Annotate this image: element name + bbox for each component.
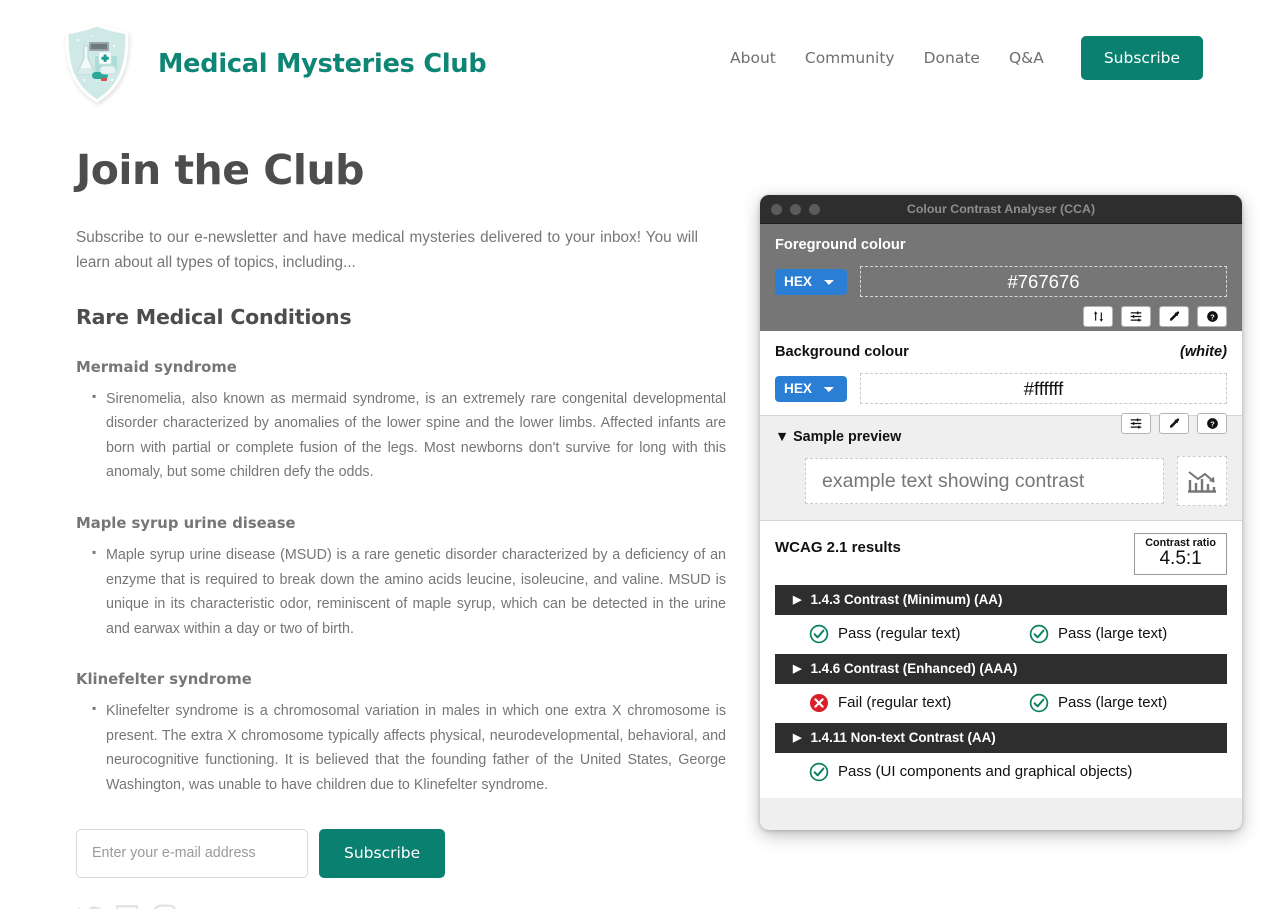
nav-item-qa[interactable]: Q&A (1009, 49, 1044, 67)
swap-colours-icon[interactable] (1083, 306, 1113, 327)
pass-check-icon (809, 624, 829, 644)
criterion-non-text-contrast-aa[interactable]: ▶ 1.4.11 Non-text Contrast (AA) (775, 722, 1227, 753)
help-icon[interactable]: ? (1197, 306, 1227, 327)
criterion-title: 1.4.3 Contrast (Minimum) (AA) (810, 592, 1003, 608)
brand[interactable]: Medical Mysteries Club (62, 22, 487, 106)
social-links (76, 903, 726, 909)
subscribe-form: Subscribe (76, 828, 726, 878)
sample-preview-label: Sample preview (793, 429, 902, 445)
contrast-ratio-box: Contrast ratio 4.5:1 (1134, 533, 1227, 575)
nav-item-donate[interactable]: Donate (924, 49, 980, 67)
maximize-window-button[interactable] (809, 203, 820, 215)
condition-heading: Mermaid syndrome (76, 358, 237, 376)
background-colour-input[interactable]: #ffffff (860, 373, 1227, 404)
pass-check-icon (1029, 624, 1049, 644)
background-colour-panel: Background colour (white) HEX #ffffff ? (760, 331, 1242, 434)
contrast-ratio-value: 4.5:1 (1159, 548, 1202, 569)
pass-check-icon (1029, 693, 1049, 713)
condition-list: Klinefelter syndrome is a chromosomal va… (76, 698, 726, 797)
wcag-results-panel: WCAG 2.1 results Contrast ratio 4.5:1 ▶ … (760, 520, 1242, 798)
criterion-results: Pass (UI components and graphical object… (775, 762, 1227, 782)
svg-text:?: ? (1210, 312, 1215, 321)
criterion-results: Pass (regular text) Pass (large text) (775, 624, 1227, 644)
wcag-results-title: WCAG 2.1 results (775, 539, 901, 556)
eyedropper-icon[interactable] (1159, 413, 1189, 434)
criterion-title: 1.4.11 Non-text Contrast (AA) (810, 730, 996, 746)
chevron-right-icon: ▶ (793, 732, 802, 745)
close-window-button[interactable] (771, 203, 782, 215)
list-item: Maple syrup urine disease (MSUD) is a ra… (92, 542, 726, 641)
list-item: Sirenomelia, also known as mermaid syndr… (92, 386, 726, 485)
cca-window: Colour Contrast Analyser (CCA) Foregroun… (760, 195, 1242, 830)
result-pass-ui-components: Pass (UI components and graphical object… (809, 762, 1132, 782)
result-label: Pass (large text) (1058, 694, 1168, 712)
nav-subscribe-button[interactable]: Subscribe (1080, 36, 1203, 80)
pass-check-icon (809, 762, 829, 782)
subscribe-submit-button[interactable]: Subscribe (319, 828, 446, 878)
sliders-icon[interactable] (1121, 413, 1151, 434)
brand-name: Medical Mysteries Club (158, 49, 487, 79)
instagram-icon[interactable] (152, 903, 178, 909)
result-label: Pass (large text) (1058, 625, 1168, 643)
site-header: Medical Mysteries Club About Community D… (0, 0, 1275, 124)
result-pass-large-text: Pass (large text) (1029, 693, 1167, 713)
page-root: Medical Mysteries Club About Community D… (0, 0, 1275, 909)
criterion-results: Fail (regular text) Pass (large text) (775, 693, 1227, 713)
foreground-colour-panel: Foreground colour HEX #767676 ? (760, 224, 1242, 331)
condition-list: Maple syrup urine disease (MSUD) is a ra… (76, 542, 726, 641)
chevron-right-icon: ▶ (793, 594, 802, 607)
foreground-colour-label: Foreground colour (775, 237, 906, 253)
intro-paragraph: Subscribe to our e-newsletter and have m… (76, 229, 698, 271)
foreground-toolbar: ? (775, 306, 1227, 327)
nav-item-community[interactable]: Community (805, 49, 895, 67)
criterion-title: 1.4.6 Contrast (Enhanced) (AAA) (810, 661, 1018, 677)
page-title: Join the Club (76, 146, 365, 194)
medical-shield-logo-icon (62, 22, 132, 106)
help-icon[interactable]: ? (1197, 413, 1227, 434)
nav-item-about[interactable]: About (730, 49, 776, 67)
result-pass-regular-text: Pass (regular text) (809, 624, 1029, 644)
background-colour-label: Background colour (775, 344, 909, 360)
result-label: Pass (UI components and graphical object… (838, 763, 1133, 781)
main-nav: About Community Donate Q&A Subscribe (730, 36, 1203, 80)
sample-text: example text showing contrast (805, 458, 1164, 504)
criterion-contrast-minimum-aa[interactable]: ▶ 1.4.3 Contrast (Minimum) (AA) (775, 584, 1227, 615)
condition-list: Sirenomelia, also known as mermaid syndr… (76, 386, 726, 485)
background-format-select[interactable]: HEX (775, 375, 847, 402)
foreground-format-select[interactable]: HEX (775, 268, 847, 295)
result-label: Fail (regular text) (838, 694, 952, 712)
twitter-icon[interactable] (76, 903, 102, 909)
criterion-contrast-enhanced-aaa[interactable]: ▶ 1.4.6 Contrast (Enhanced) (AAA) (775, 653, 1227, 684)
main-content: Join the Club Subscribe to our e-newslet… (76, 146, 726, 909)
condition-heading: Klinefelter syndrome (76, 671, 252, 689)
declining-bar-chart-icon (1177, 456, 1227, 506)
condition-heading: Maple syrup urine disease (76, 514, 296, 532)
result-fail-regular-text: Fail (regular text) (809, 693, 1029, 713)
background-colour-name: (white) (1179, 344, 1227, 360)
chevron-right-icon: ▶ (793, 663, 802, 676)
minimize-window-button[interactable] (790, 203, 801, 215)
section-title: Rare Medical Conditions (76, 304, 352, 329)
svg-text:?: ? (1210, 419, 1215, 428)
fail-cross-icon (809, 693, 829, 713)
email-field[interactable] (76, 828, 308, 878)
list-item: Klinefelter syndrome is a chromosomal va… (92, 698, 726, 797)
eyedropper-icon[interactable] (1159, 306, 1189, 327)
result-pass-large-text: Pass (large text) (1029, 624, 1167, 644)
cca-window-title: Colour Contrast Analyser (CCA) (906, 202, 1096, 216)
result-label: Pass (regular text) (838, 625, 961, 643)
chevron-down-icon: ▼ (775, 429, 790, 445)
window-controls (771, 203, 820, 215)
cca-titlebar[interactable]: Colour Contrast Analyser (CCA) (760, 195, 1242, 224)
twitch-icon[interactable] (114, 903, 140, 909)
foreground-colour-input[interactable]: #767676 (860, 266, 1227, 297)
sliders-icon[interactable] (1121, 306, 1151, 327)
